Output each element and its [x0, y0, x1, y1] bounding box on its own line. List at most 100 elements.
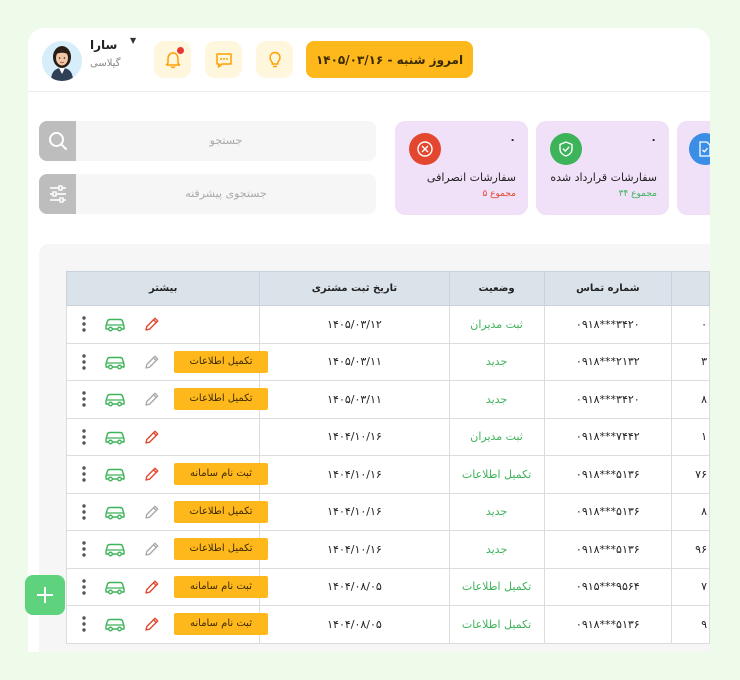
column-header-extra: [671, 271, 710, 306]
more-vertical-icon[interactable]: [81, 540, 87, 558]
row-action-button[interactable]: تکمیل اطلاعات: [174, 388, 268, 410]
date-cell: ۱۴۰۴/۰۸/۰۵: [259, 605, 450, 644]
more-cell: تکمیل اطلاعات: [65, 380, 268, 419]
more-vertical-icon[interactable]: [81, 503, 87, 521]
more-vertical-icon[interactable]: [81, 465, 87, 483]
car-icon[interactable]: [103, 354, 127, 370]
sliders-icon: [49, 185, 66, 203]
table-header-row: بیشتر تاریخ ثبت مشتری وضعیت شماره تماس: [65, 271, 710, 306]
phone-cell: ۰۹۱۵***۹۵۶۴: [543, 567, 673, 606]
stat-card-documents[interactable]: [677, 121, 710, 215]
date-cell: ۱۴۰۴/۰۸/۰۵: [259, 567, 450, 606]
stat-card-cancelled[interactable]: ۰ سفارشات انصرافی مجموع ۵: [395, 121, 528, 215]
row-action-button[interactable]: تکمیل اطلاعات: [174, 538, 268, 560]
more-vertical-icon[interactable]: [81, 390, 87, 408]
user-surname: گیلاسی: [90, 58, 121, 69]
table-row[interactable]: ثبت نام سامانه ۱۴۰۴/۰۸/۰۵ تکمیل اطلاعات ۰۹۱…: [65, 605, 710, 644]
row-action-button[interactable]: ثبت نام سامانه: [174, 613, 268, 635]
extra-cell: ۸: [671, 380, 710, 419]
more-vertical-icon[interactable]: [81, 578, 87, 596]
phone-cell: ۰۹۱۸***۳۴۲۰: [543, 305, 673, 344]
car-icon[interactable]: [103, 391, 127, 407]
more-vertical-icon[interactable]: [81, 615, 87, 633]
extra-cell: ۳: [671, 342, 710, 381]
car-icon[interactable]: [103, 316, 127, 332]
more-cell: [65, 305, 261, 344]
date-cell: ۱۴۰۴/۱۰/۱۶: [259, 455, 450, 494]
chevron-down-icon[interactable]: ▼: [130, 36, 136, 45]
car-icon[interactable]: [103, 429, 127, 445]
more-cell: [65, 417, 261, 456]
edit-icon[interactable]: [143, 465, 161, 483]
stat-count: ۰: [650, 133, 657, 146]
more-vertical-icon[interactable]: [81, 353, 87, 371]
advanced-search-bar: جستجوی پیشرفته: [39, 174, 376, 214]
table-row[interactable]: ثبت نام سامانه ۱۴۰۴/۱۰/۱۶ تکمیل اطلاعات ۰۹۱…: [65, 455, 710, 494]
extra-cell: ۱: [671, 417, 710, 456]
edit-icon[interactable]: [143, 315, 161, 333]
stat-title: سفارشات قرارداد شده: [550, 171, 657, 184]
more-cell: ثبت نام سامانه: [65, 567, 268, 606]
tips-button[interactable]: [256, 41, 293, 78]
car-icon[interactable]: [103, 504, 127, 520]
table-row[interactable]: تکمیل اطلاعات ۱۴۰۵/۰۳/۱۱ جدید ۰۹۱۸***۲۱۳۲ ۳: [65, 342, 710, 381]
add-button[interactable]: [25, 575, 65, 615]
orders-table: بیشتر تاریخ ثبت مشتری وضعیت شماره تماس ۱…: [65, 271, 710, 644]
edit-icon[interactable]: [143, 503, 161, 521]
column-header-date[interactable]: تاریخ ثبت مشتری: [259, 271, 450, 306]
filter-button[interactable]: [39, 174, 76, 214]
edit-icon[interactable]: [143, 615, 161, 633]
status-cell: ثبت مدیران: [448, 305, 545, 344]
table-row[interactable]: ۱۴۰۵/۰۳/۱۲ ثبت مدیران ۰۹۱۸***۳۴۲۰ ۰: [65, 305, 710, 344]
more-vertical-icon[interactable]: [81, 315, 87, 333]
advanced-search-input[interactable]: جستجوی پیشرفته: [76, 174, 376, 214]
more-vertical-icon[interactable]: [81, 428, 87, 446]
status-cell: تکمیل اطلاعات: [448, 567, 545, 606]
table-row[interactable]: ۱۴۰۴/۱۰/۱۶ ثبت مدیران ۰۹۱۸***۷۴۴۲ ۱: [65, 417, 710, 456]
table-row[interactable]: تکمیل اطلاعات ۱۴۰۴/۱۰/۱۶ جدید ۰۹۱۸***۵۱۳۶ ۸: [65, 492, 710, 531]
table-row[interactable]: تکمیل اطلاعات ۱۴۰۵/۰۳/۱۱ جدید ۰۹۱۸***۳۴۲۰ ۸: [65, 380, 710, 419]
car-icon[interactable]: [103, 541, 127, 557]
column-header-status[interactable]: وضعیت: [448, 271, 545, 306]
car-icon[interactable]: [103, 466, 127, 482]
row-action-button[interactable]: ثبت نام سامانه: [174, 575, 268, 598]
avatar[interactable]: [42, 41, 82, 81]
status-cell: جدید: [448, 342, 545, 381]
status-cell: ثبت مدیران: [448, 417, 545, 456]
phone-cell: ۰۹۱۸***۵۱۳۶: [543, 605, 673, 644]
column-header-phone[interactable]: شماره تماس: [543, 271, 673, 306]
search-button[interactable]: [39, 121, 76, 161]
phone-cell: ۰۹۱۸***۵۱۳۶: [543, 492, 673, 531]
notifications-button[interactable]: [154, 41, 191, 78]
more-cell: تکمیل اطلاعات: [65, 530, 268, 569]
status-cell: تکمیل اطلاعات: [448, 455, 545, 494]
messages-button[interactable]: [205, 41, 242, 78]
stat-sum: مجموع ۵: [482, 189, 516, 199]
table-row[interactable]: ثبت نام سامانه ۱۴۰۴/۰۸/۰۵ تکمیل اطلاعات ۰۹۱…: [65, 567, 710, 606]
lightbulb-icon: [268, 51, 281, 67]
extra-cell: ۹: [671, 605, 710, 644]
document-check-icon: [689, 133, 710, 165]
row-action-button[interactable]: تکمیل اطلاعات: [174, 500, 268, 523]
car-icon[interactable]: [103, 616, 127, 632]
orders-table-panel: بیشتر تاریخ ثبت مشتری وضعیت شماره تماس ۱…: [39, 244, 710, 652]
row-action-button[interactable]: تکمیل اطلاعات: [174, 350, 268, 373]
edit-icon[interactable]: [143, 428, 161, 446]
table-body: ۱۴۰۵/۰۳/۱۲ ثبت مدیران ۰۹۱۸***۳۴۲۰ ۰ تکمیل اط…: [65, 305, 710, 644]
row-action-button[interactable]: ثبت نام سامانه: [174, 463, 268, 485]
more-cell: تکمیل اطلاعات: [65, 342, 268, 381]
chat-icon: [215, 52, 232, 68]
extra-cell: ۰: [671, 305, 710, 344]
phone-cell: ۰۹۱۸***۷۴۴۲: [543, 417, 673, 456]
stat-card-contracted[interactable]: ۰ سفارشات قرارداد شده مجموع ۳۴: [536, 121, 669, 215]
main-card: ▼ سارا گیلاسی امروز شنبه - ۱۴۰۵/۰۳/۱۶ جس…: [28, 28, 710, 652]
edit-icon[interactable]: [143, 540, 161, 558]
edit-icon[interactable]: [143, 578, 161, 596]
close-circle-icon: [409, 133, 441, 165]
user-name: سارا: [90, 38, 118, 52]
edit-icon[interactable]: [143, 390, 161, 408]
table-row[interactable]: تکمیل اطلاعات ۱۴۰۴/۱۰/۱۶ جدید ۰۹۱۸***۵۱۳۶ ۹۶: [65, 530, 710, 569]
car-icon[interactable]: [103, 579, 127, 595]
search-input[interactable]: جستجو: [76, 121, 376, 161]
edit-icon[interactable]: [143, 353, 161, 371]
